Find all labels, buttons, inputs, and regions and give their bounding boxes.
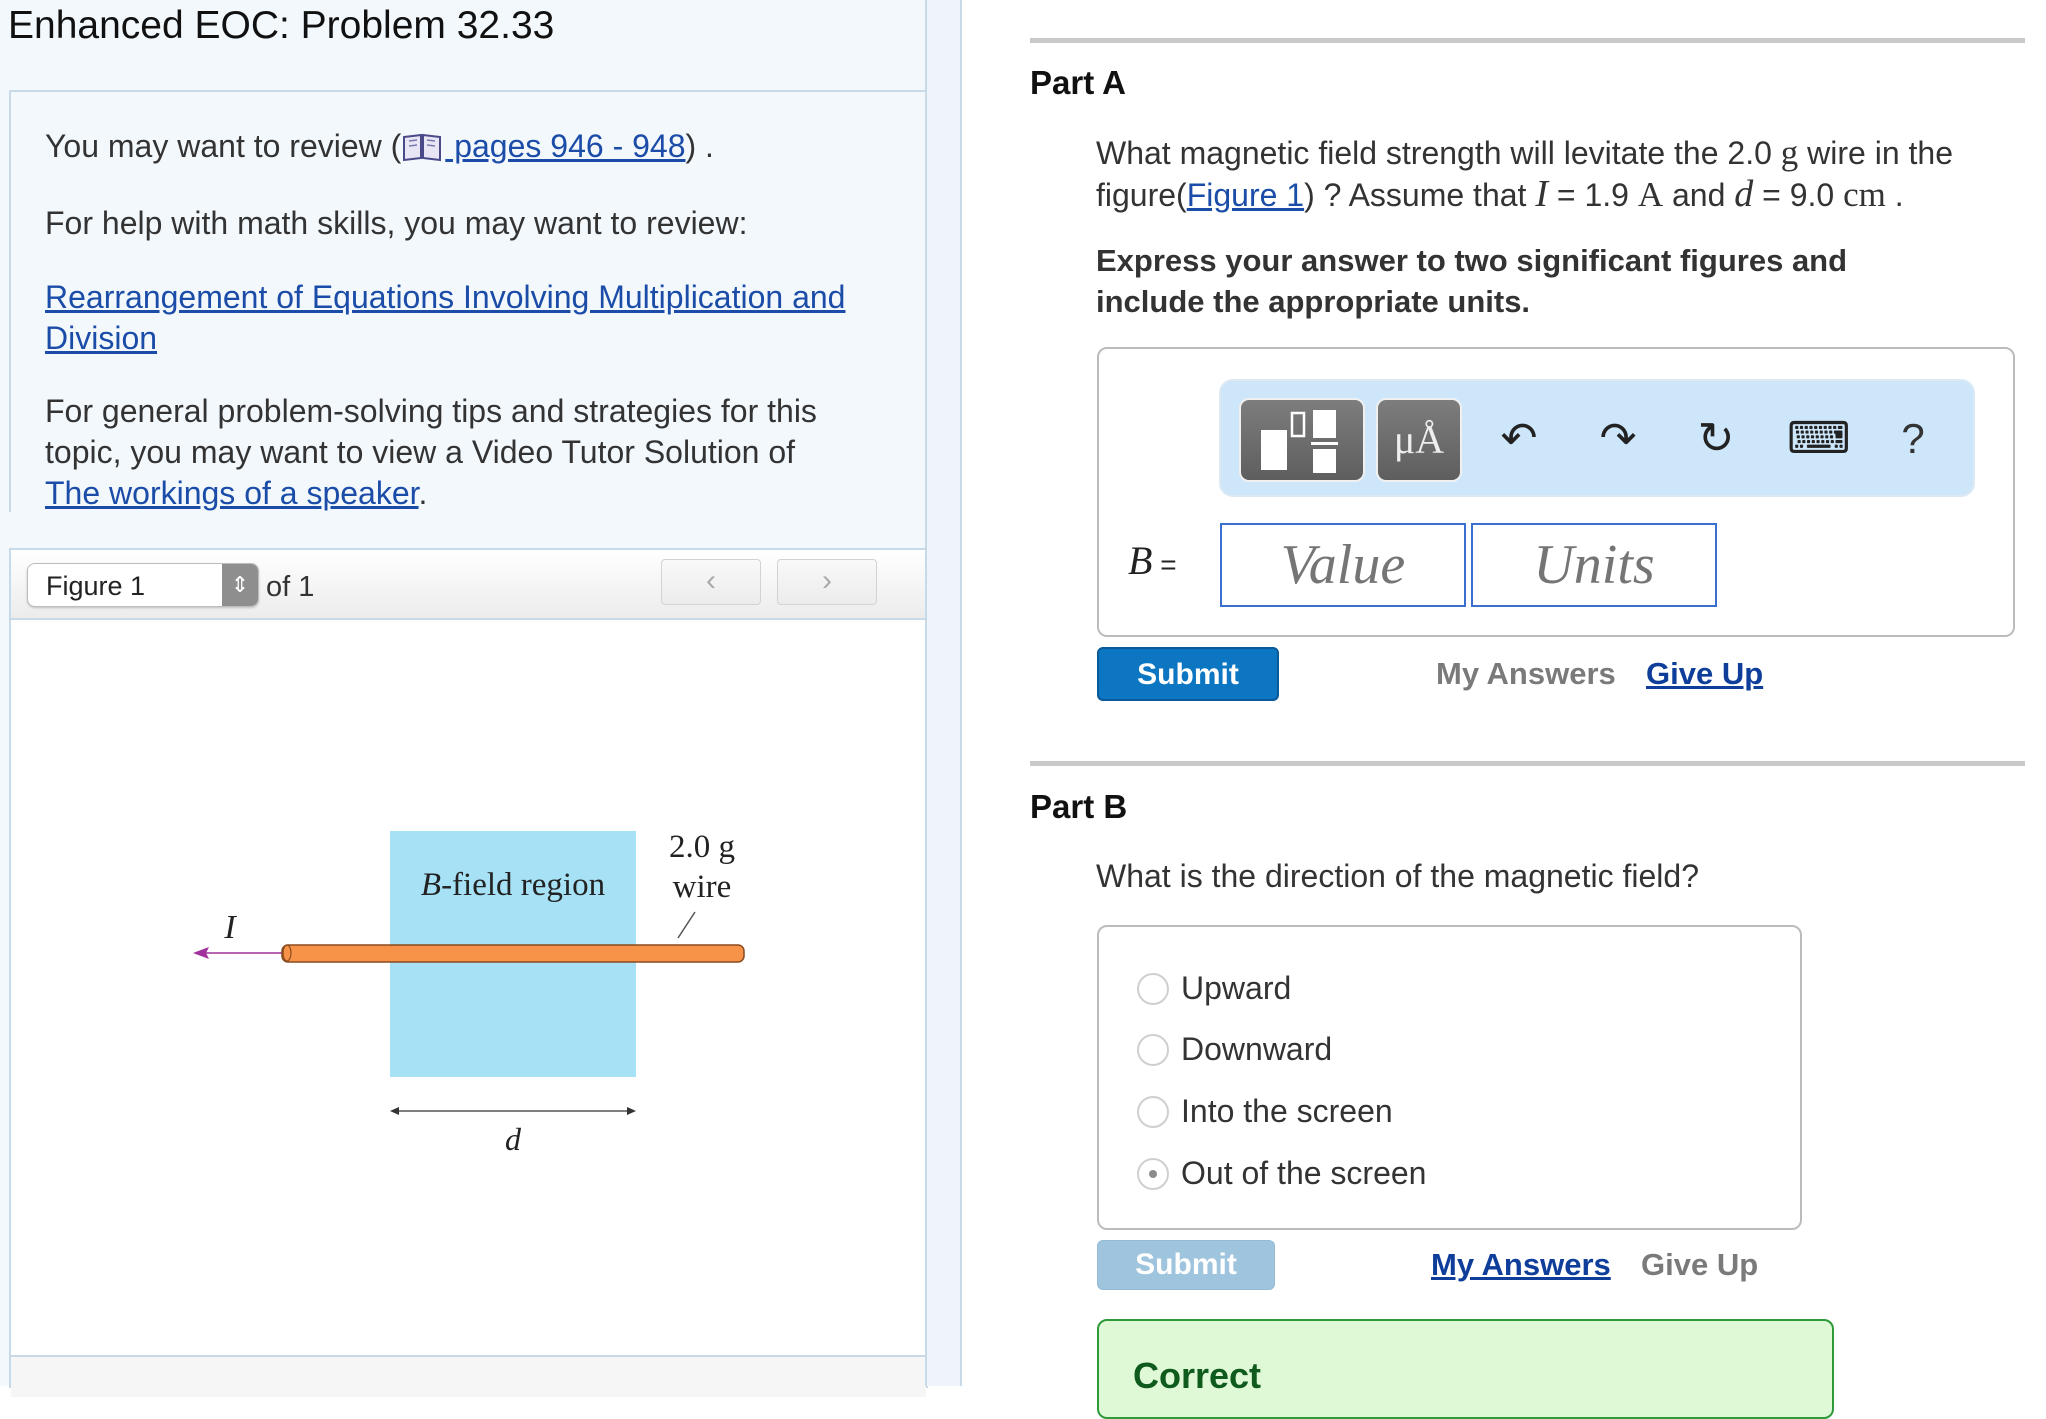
undo-icon[interactable]: ↶: [1491, 411, 1547, 467]
var-d: d: [1734, 173, 1754, 215]
part-b-give-up: Give Up: [1641, 1247, 1759, 1282]
part-b-question: What is the direction of the magnetic fi…: [1096, 858, 1699, 894]
option-label: Into the screen: [1181, 1093, 1393, 1129]
tips-text: For general problem-solving tips and str…: [45, 391, 817, 514]
correct-label: Correct: [1133, 1355, 1262, 1396]
video-tutor-link[interactable]: The workings of a speaker: [45, 475, 419, 511]
next-figure-button[interactable]: ›: [777, 559, 877, 605]
radio-button[interactable]: [1137, 972, 1169, 1005]
wire-label-leader: [677, 911, 696, 939]
wire: [281, 944, 745, 963]
part-b-submit-button-disabled: Submit: [1097, 1240, 1275, 1290]
figure-footer: [11, 1355, 926, 1397]
width-arrow-left: [390, 1107, 399, 1115]
correct-feedback: Correct: [1097, 1319, 1834, 1419]
tips-line2: topic, you may want to view a Video Tuto…: [45, 434, 796, 470]
part-a-my-answers: My Answers: [1436, 656, 1616, 691]
chevron-left-icon: ‹: [706, 564, 716, 597]
answer-var: B: [1128, 538, 1153, 583]
var-I: I: [1535, 173, 1548, 215]
templates-button[interactable]: [1239, 398, 1365, 482]
review-suffix: ) .: [685, 128, 714, 164]
units-input[interactable]: [1471, 523, 1717, 607]
templates-icon: [1261, 410, 1338, 473]
question-text: What magnetic field strength will levita…: [1096, 135, 1781, 171]
option-downward[interactable]: Downward: [1137, 1031, 1332, 1081]
figure-count: of 1: [266, 571, 315, 603]
width-label: d: [505, 1121, 522, 1157]
figure-select-value: Figure 1: [46, 571, 146, 601]
part-b-title: Part B: [1030, 788, 1128, 825]
end-text: .: [1885, 177, 1904, 213]
review-pages-line: You may want to review ( pages 946 - 948…: [45, 126, 714, 167]
b-field-region-label: B-field region: [421, 867, 605, 903]
radio-button[interactable]: [1137, 1033, 1169, 1066]
figure-header: Figure 1 ⇕ of 1 ‹ ›: [11, 550, 926, 620]
option-out-of-screen[interactable]: Out of the screen: [1137, 1155, 1426, 1205]
part-a-divider: [1030, 38, 2025, 43]
review-prefix: You may want to review (: [45, 128, 402, 164]
answer-box: μÅ ↶ ↷ ↻ ⌨ ? B =: [1097, 347, 2015, 637]
video-suffix: .: [418, 475, 428, 511]
unit-A: A: [1637, 175, 1664, 214]
question-text: wire in the: [1798, 135, 1954, 171]
pages-link[interactable]: pages 946 - 948: [401, 128, 686, 164]
answer-variable-label: B =: [1128, 537, 1177, 584]
figure-select[interactable]: Figure 1 ⇕: [27, 563, 259, 607]
math-link-line2[interactable]: Division: [45, 320, 157, 356]
answer-eq: =: [1152, 549, 1177, 580]
column-divider[interactable]: [925, 0, 962, 1386]
part-a-title: Part A: [1030, 64, 1126, 101]
updown-chevron-icon: ⇕: [222, 564, 258, 606]
eq-d: = 9.0: [1753, 177, 1844, 213]
help-icon[interactable]: ?: [1885, 411, 1941, 467]
previous-figure-button[interactable]: ‹: [661, 559, 761, 605]
question-text: figure(: [1096, 177, 1187, 213]
option-into-screen[interactable]: Into the screen: [1137, 1093, 1393, 1143]
review-box: You may want to review ( pages 946 - 948…: [9, 90, 928, 512]
figure-1-link[interactable]: Figure 1: [1187, 177, 1304, 213]
chevron-right-icon: ›: [822, 564, 832, 597]
tips-line1: For general problem-solving tips and str…: [45, 393, 817, 429]
math-help-text: For help with math skills, you may want …: [45, 205, 748, 241]
keyboard-icon[interactable]: ⌨: [1787, 411, 1851, 467]
redo-icon[interactable]: ↷: [1590, 411, 1646, 467]
reset-icon[interactable]: ↻: [1688, 411, 1744, 467]
part-b-my-answers-link[interactable]: My Answers: [1431, 1247, 1611, 1283]
wire-label: wire: [673, 869, 732, 905]
current-label: I: [223, 909, 237, 946]
eq-I: = 1.9: [1547, 177, 1638, 213]
pages-link-text[interactable]: pages 946 - 948: [445, 128, 685, 164]
mass-label: 2.0 g: [669, 829, 735, 865]
page-title: Enhanced EOC: Problem 32.33: [8, 4, 555, 47]
width-arrow-right: [627, 1107, 636, 1115]
unit-cm: cm: [1843, 175, 1886, 214]
radio-button[interactable]: [1137, 1095, 1169, 1128]
math-skills-link[interactable]: Rearrangement of Equations Involving Mul…: [45, 277, 845, 359]
radio-button-selected[interactable]: [1137, 1157, 1169, 1190]
math-link-line1[interactable]: Rearrangement of Equations Involving Mul…: [45, 279, 845, 315]
option-label: Upward: [1181, 970, 1292, 1006]
math-toolbar: μÅ ↶ ↷ ↻ ⌨ ?: [1219, 379, 1975, 497]
figure-diagram: B-field region 2.0 g wire I d: [193, 829, 745, 1157]
part-a-instructions: Express your answer to two significant f…: [1096, 240, 1847, 322]
part-b-divider: [1030, 761, 2025, 766]
units-button[interactable]: μÅ: [1376, 398, 1462, 482]
instructions-line1: Express your answer to two significant f…: [1096, 243, 1848, 278]
question-text: ) ? Assume that: [1304, 177, 1536, 213]
option-label: Out of the screen: [1181, 1155, 1427, 1191]
and-text: and: [1663, 177, 1735, 213]
unit-g: g: [1780, 133, 1799, 172]
part-a-give-up-link[interactable]: Give Up: [1646, 656, 1763, 692]
value-input[interactable]: [1220, 523, 1466, 607]
direction-options: Upward Downward Into the screen Out of t…: [1097, 925, 1802, 1230]
option-label: Downward: [1181, 1031, 1333, 1067]
part-a-question: What magnetic field strength will levita…: [1096, 132, 1953, 216]
part-a-submit-button[interactable]: Submit: [1097, 647, 1279, 701]
instructions-line2: include the appropriate units.: [1096, 284, 1531, 319]
book-icon: [403, 133, 442, 162]
figure-panel: Figure 1 ⇕ of 1 ‹ › B-field region 2.0 g…: [9, 548, 928, 1397]
option-upward[interactable]: Upward: [1137, 970, 1291, 1020]
